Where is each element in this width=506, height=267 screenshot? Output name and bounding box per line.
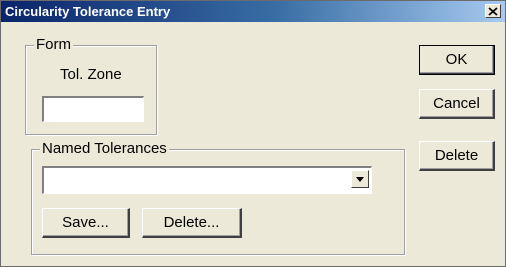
delete-button[interactable]: Delete	[419, 141, 495, 171]
close-icon	[488, 6, 498, 16]
cancel-button[interactable]: Cancel	[419, 89, 495, 119]
tol-zone-input[interactable]	[42, 96, 144, 122]
tol-zone-label: Tol. Zone	[60, 66, 122, 83]
form-groupbox: Form Tol. Zone	[25, 36, 157, 135]
named-tolerances-groupbox: Named Tolerances Save... Delete...	[31, 140, 405, 255]
window-title: Circularity Tolerance Entry	[5, 4, 171, 19]
named-tolerances-select[interactable]	[42, 166, 372, 194]
ok-button[interactable]: OK	[419, 45, 495, 75]
named-tolerances-legend: Named Tolerances	[40, 140, 169, 157]
save-button[interactable]: Save...	[42, 208, 130, 238]
close-button[interactable]	[485, 4, 501, 18]
delete-named-button[interactable]: Delete...	[142, 208, 242, 238]
dialog-window: Circularity Tolerance Entry Form Tol. Zo…	[0, 0, 506, 267]
form-group-legend: Form	[34, 36, 73, 53]
chevron-down-icon	[356, 176, 364, 182]
title-bar[interactable]: Circularity Tolerance Entry	[1, 1, 505, 22]
dropdown-button[interactable]	[351, 170, 369, 188]
